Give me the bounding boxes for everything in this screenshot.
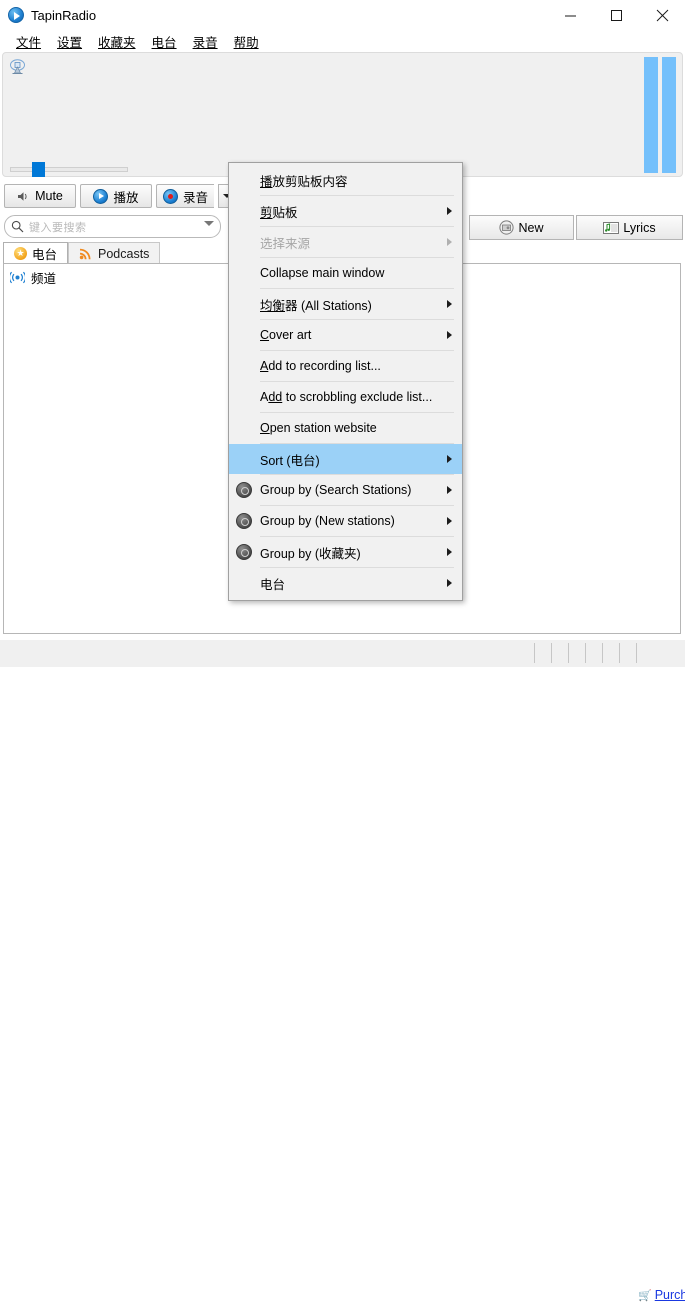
list-item-label: 频道 — [31, 268, 56, 287]
context-menu-item-select-source: 选择来源 — [229, 227, 462, 257]
submenu-arrow-icon — [447, 300, 452, 308]
record-label: 录音 — [183, 187, 208, 206]
cart-icon: 🛒 — [638, 1289, 652, 1302]
app-title: TapinRadio — [31, 8, 96, 23]
title-bar: TapinRadio — [0, 0, 685, 30]
menu-bar: 文件 设置 收藏夹 电台 录音 帮助 — [0, 30, 685, 52]
submenu-arrow-icon — [447, 486, 452, 494]
lyrics-icon — [603, 221, 619, 235]
status-divider — [636, 643, 637, 663]
submenu-arrow-icon — [447, 548, 452, 556]
status-divider — [619, 643, 620, 663]
record-button[interactable]: 录音 — [156, 184, 214, 208]
menu-item-stations[interactable]: 电台 — [144, 30, 185, 53]
status-divider — [568, 643, 569, 663]
context-menu: 播放剪贴板内容 剪贴板 选择来源 Collapse main window 均衡… — [228, 162, 463, 601]
ctx-label-group-by-search-stations: Group by (Search Stations) — [260, 483, 411, 497]
search-dropdown-icon[interactable] — [204, 221, 214, 226]
record-icon — [163, 189, 178, 204]
minimize-button[interactable] — [547, 0, 593, 30]
ctx-label-select-source: 选择来源 — [260, 233, 310, 252]
context-menu-item-equalizer[interactable]: 均衡器 (All Stations) — [229, 289, 462, 319]
volume-slider-track — [10, 167, 128, 172]
play-label: 播放 — [113, 187, 138, 206]
lyrics-button[interactable]: Lyrics — [576, 215, 683, 240]
vu-bar-right — [662, 57, 676, 173]
submenu-arrow-icon — [447, 207, 452, 215]
submenu-arrow-icon — [447, 579, 452, 587]
tab-stations[interactable]: ★ 电台 — [3, 242, 68, 264]
menu-item-recording[interactable]: 录音 — [185, 30, 226, 53]
context-menu-item-sort[interactable]: Sort (电台) — [229, 444, 462, 474]
tab-stations-label: 电台 — [32, 244, 57, 263]
purchase-link-group[interactable]: 🛒 Purchase — [638, 1288, 685, 1302]
play-icon — [93, 189, 108, 204]
new-station-icon — [499, 220, 514, 235]
status-divider — [585, 643, 586, 663]
ctx-label-stations: 电台 — [260, 574, 285, 593]
purchase-link[interactable]: Purchase — [655, 1288, 685, 1302]
title-bar-left: TapinRadio — [8, 4, 96, 26]
rss-icon — [79, 247, 93, 260]
menu-item-file[interactable]: 文件 — [8, 30, 49, 53]
status-bar: 🛒 Purchase — [0, 640, 685, 667]
radio-tower-icon — [9, 58, 26, 75]
new-button[interactable]: New — [469, 215, 574, 240]
speaker-icon — [17, 191, 30, 202]
context-menu-item-add-to-scrobbling-exclude-list[interactable]: Add to scrobbling exclude list... — [229, 382, 462, 412]
context-menu-item-add-to-recording-list[interactable]: Add to recording list... — [229, 351, 462, 381]
ctx-label-group-by-favorites: Group by (收藏夹) — [260, 543, 361, 562]
ctx-label-collapse-main-window: Collapse main window — [260, 266, 384, 280]
play-circle-icon — [8, 7, 24, 23]
mute-button[interactable]: Mute — [4, 184, 76, 208]
play-button[interactable]: 播放 — [80, 184, 152, 208]
status-divider — [551, 643, 552, 663]
window-controls — [547, 0, 685, 30]
vu-bar-left — [644, 57, 658, 173]
lyrics-button-label: Lyrics — [623, 221, 655, 235]
volume-slider[interactable] — [10, 162, 130, 176]
tab-bar: ★ 电台 Podcasts — [3, 242, 160, 264]
group-icon — [236, 544, 252, 560]
station-display-panel — [2, 52, 683, 177]
search-input[interactable]: 键入要搜索 — [4, 215, 221, 238]
submenu-arrow-icon — [447, 455, 452, 463]
new-button-label: New — [518, 221, 543, 235]
context-menu-item-group-by-search-stations[interactable]: Group by (Search Stations) — [229, 475, 462, 505]
search-placeholder: 键入要搜索 — [29, 219, 87, 235]
search-icon — [11, 220, 24, 233]
submenu-arrow-icon — [447, 517, 452, 525]
context-menu-item-open-station-website[interactable]: Open station website — [229, 413, 462, 443]
menu-item-help[interactable]: 帮助 — [226, 30, 267, 53]
context-menu-item-play-clipboard[interactable]: 播放剪贴板内容 — [229, 165, 462, 195]
broadcast-icon — [10, 271, 25, 284]
submenu-arrow-icon — [447, 238, 452, 246]
context-menu-item-cover-art[interactable]: Cover art — [229, 320, 462, 350]
vu-meter — [644, 57, 676, 173]
tab-podcasts[interactable]: Podcasts — [68, 242, 160, 264]
maximize-button[interactable] — [593, 0, 639, 30]
mute-label: Mute — [35, 189, 63, 203]
group-icon — [236, 482, 252, 498]
menu-item-favorites[interactable]: 收藏夹 — [90, 30, 144, 53]
context-menu-item-group-by-favorites[interactable]: Group by (收藏夹) — [229, 537, 462, 567]
transport-controls: Mute 播放 录音 — [4, 184, 236, 208]
volume-slider-thumb[interactable] — [32, 162, 45, 177]
star-icon: ★ — [14, 247, 27, 260]
group-icon — [236, 513, 252, 529]
ctx-label-sort: Sort (电台) — [260, 450, 320, 469]
ctx-label-group-by-new-stations: Group by (New stations) — [260, 514, 395, 528]
submenu-arrow-icon — [447, 331, 452, 339]
ctx-label-play-clipboard-rest: 放剪贴板内容 — [273, 175, 348, 189]
menu-item-settings[interactable]: 设置 — [49, 30, 90, 53]
close-button[interactable] — [639, 0, 685, 30]
context-menu-item-stations[interactable]: 电台 — [229, 568, 462, 598]
context-menu-item-collapse-main-window[interactable]: Collapse main window — [229, 258, 462, 288]
status-divider — [602, 643, 603, 663]
context-menu-item-group-by-new-stations[interactable]: Group by (New stations) — [229, 506, 462, 536]
status-divider — [534, 643, 535, 663]
tab-podcasts-label: Podcasts — [98, 247, 149, 261]
context-menu-item-clipboard[interactable]: 剪贴板 — [229, 196, 462, 226]
